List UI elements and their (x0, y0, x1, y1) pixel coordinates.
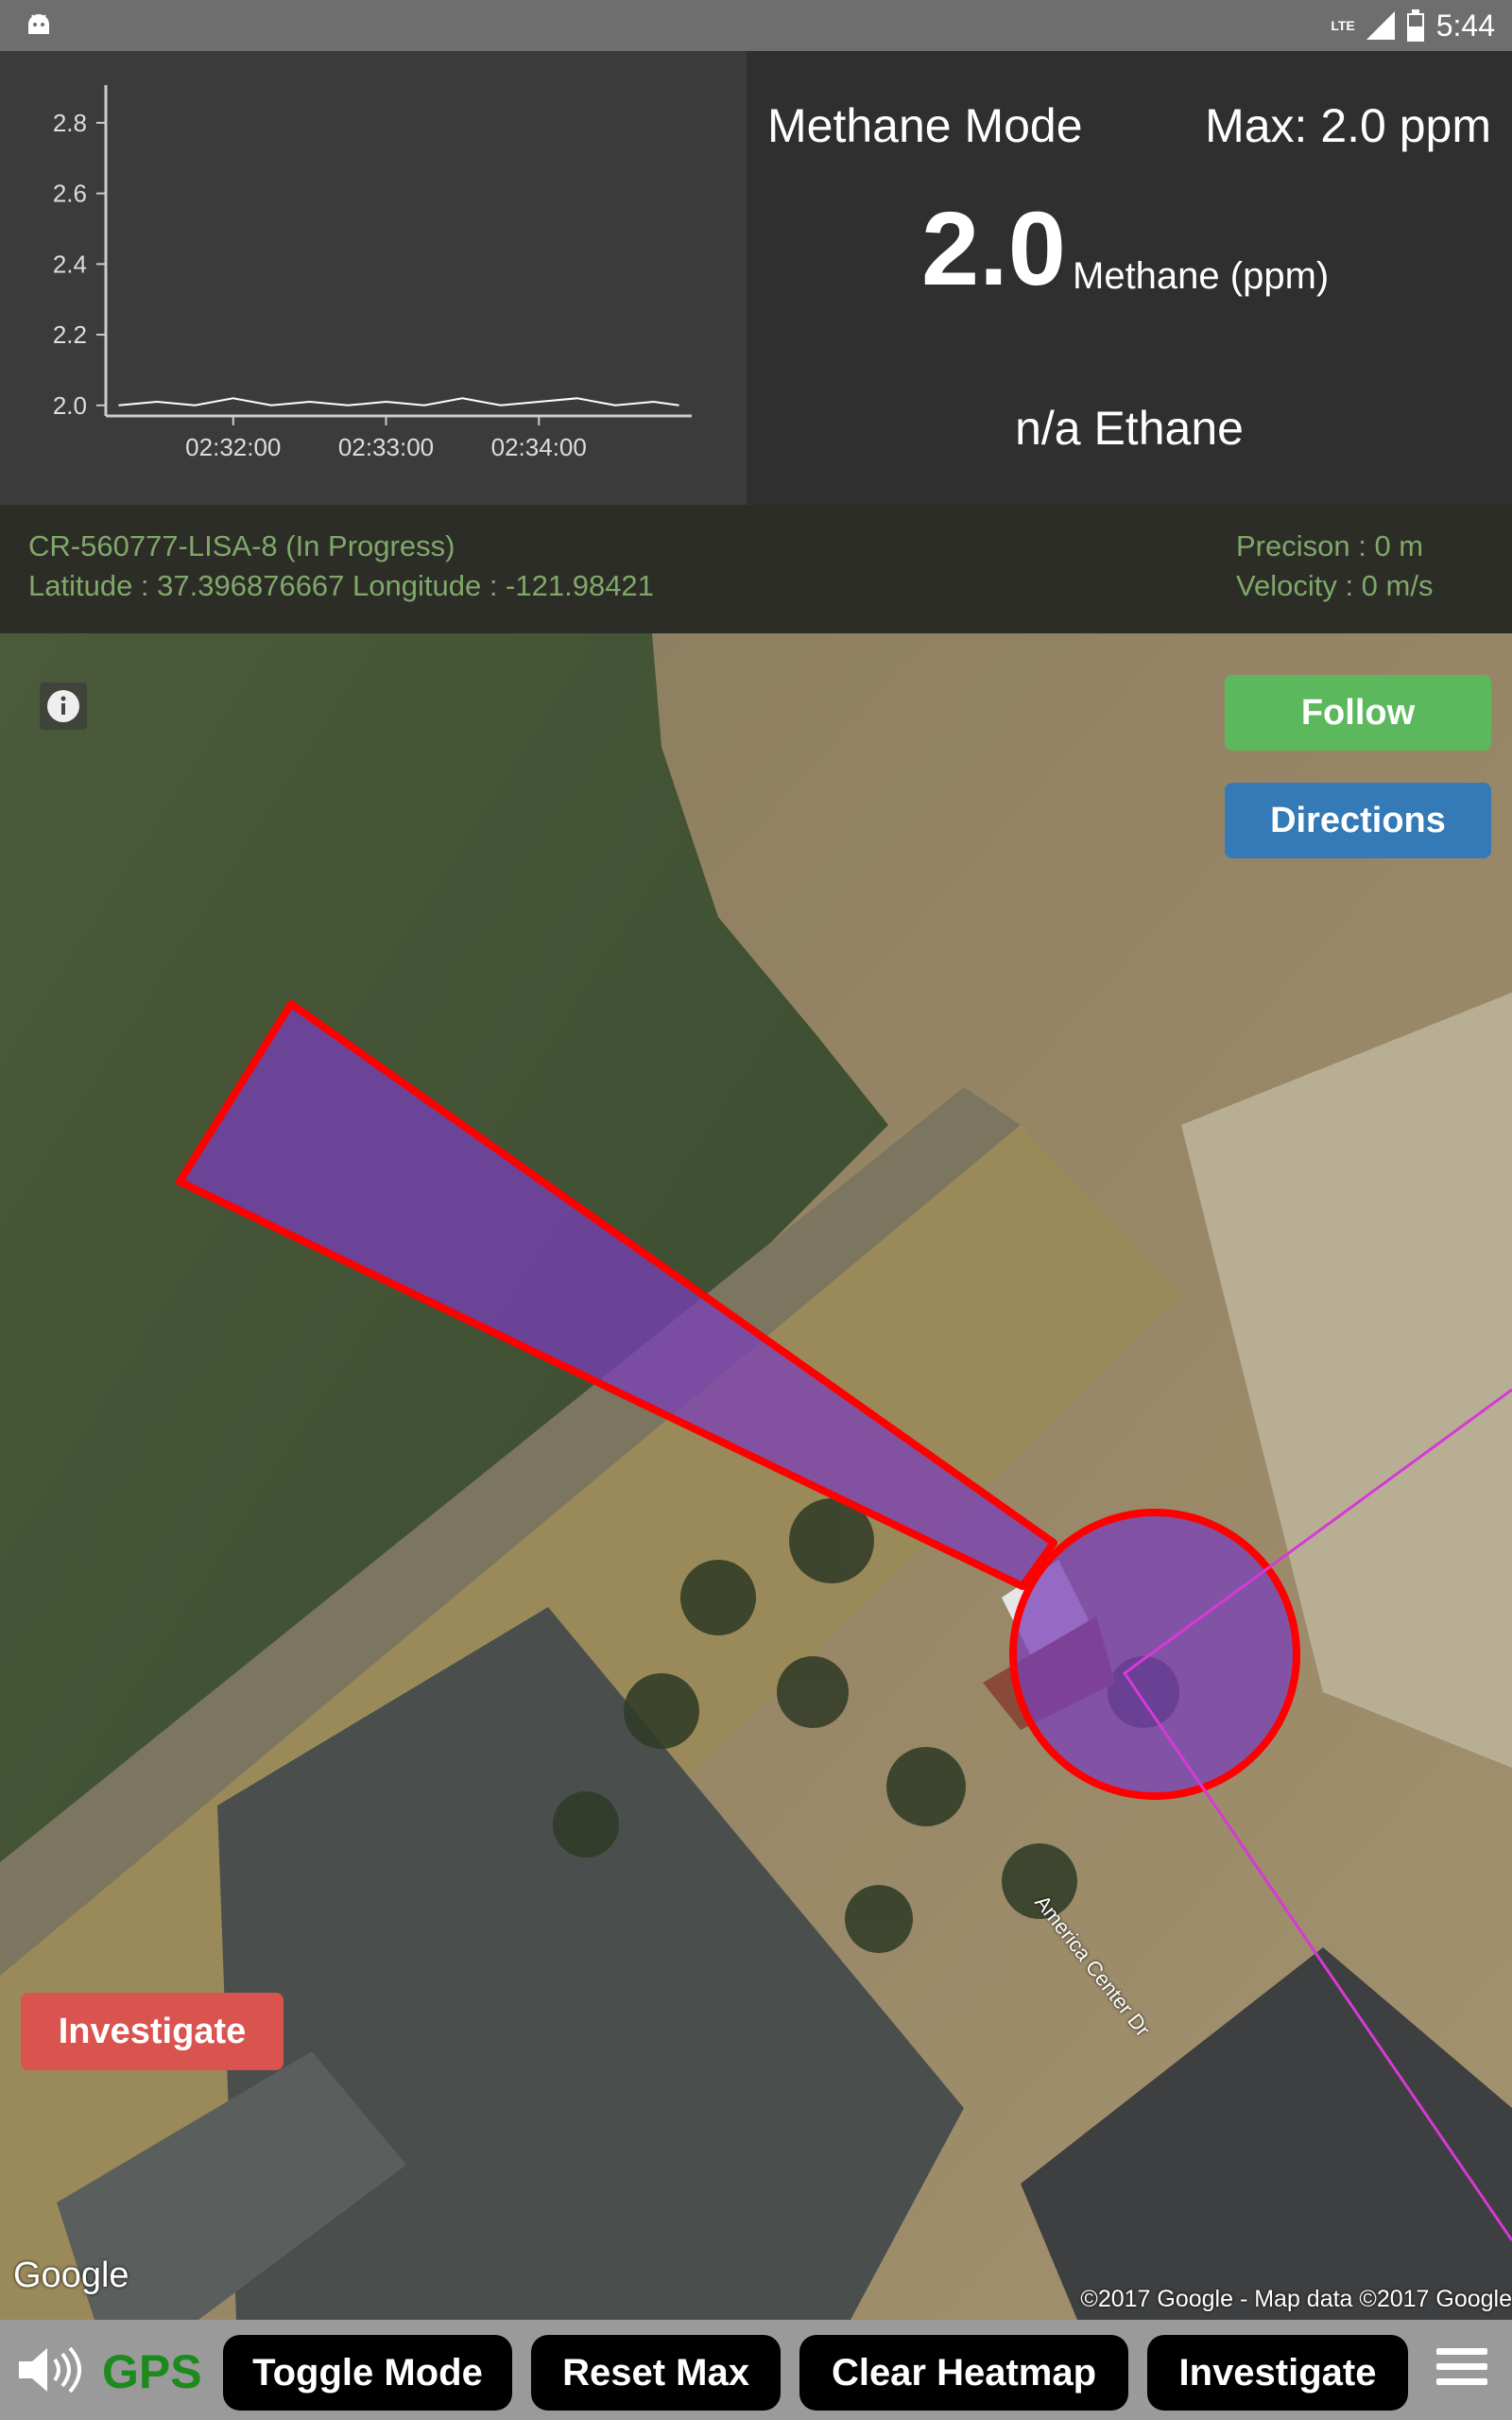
survey-info-bar: CR-560777-LISA-8 (In Progress) Latitude … (0, 505, 1512, 633)
y-tick-label: 2.2 (53, 320, 87, 349)
clear-heatmap-button[interactable]: Clear Heatmap (799, 2335, 1128, 2411)
methane-series-line (118, 397, 679, 406)
methane-chart: 2.0 2.2 2.4 2.6 2.8 02:32:00 02:33:00 02:34:00 (53, 85, 692, 461)
methane-chart-panel: 2.0 2.2 2.4 2.6 2.8 02:32:00 02:33:00 02:34:00 (0, 51, 747, 505)
investigate-button[interactable]: Investigate (1147, 2335, 1408, 2411)
velocity-label: Velocity : 0 m/s (1236, 569, 1434, 602)
speaker-icon[interactable] (17, 2344, 85, 2395)
mode-title: Methane Mode (767, 99, 1083, 152)
map-info-icon[interactable] (40, 683, 87, 730)
android-icon (28, 14, 49, 34)
gps-status: GPS (102, 2345, 202, 2398)
y-tick-label: 2.4 (53, 250, 87, 278)
methane-value: 2.0 (921, 191, 1066, 307)
satellite-map[interactable]: Follow Directions Investigate America Ce… (0, 633, 1512, 2320)
y-tick-label: 2.6 (53, 180, 87, 208)
clock: 5:44 (1435, 8, 1495, 43)
methane-unit: Methane (ppm) (1073, 255, 1330, 297)
map-copyright: ©2017 Google - Map data ©2017 Google (1080, 2286, 1512, 2312)
x-tick-label: 02:32:00 (185, 433, 281, 461)
reset-max-button[interactable]: Reset Max (531, 2335, 781, 2411)
location-label: Latitude : 37.396876667 Longitude : -121… (28, 569, 654, 602)
readings-panel: Methane Mode Max: 2.0 ppm 2.0 Methane (p… (747, 51, 1512, 505)
status-bar: LTE 5:44 (0, 0, 1512, 51)
survey-label: CR-560777-LISA-8 (In Progress) (28, 529, 455, 562)
precision-label: Precison : 0 m (1236, 529, 1424, 562)
x-tick-label: 02:34:00 (491, 433, 587, 461)
battery-icon (1406, 9, 1424, 42)
y-tick-label: 2.8 (53, 109, 87, 137)
directions-button[interactable]: Directions (1225, 783, 1491, 858)
bottom-toolbar: GPS Toggle Mode Reset Max Clear Heatmap … (0, 2320, 1512, 2420)
max-reading: Max: 2.0 ppm (1205, 99, 1491, 152)
google-logo: Google (13, 2256, 129, 2295)
toggle-mode-button[interactable]: Toggle Mode (223, 2335, 512, 2411)
signal-icon (1366, 11, 1395, 40)
menu-icon[interactable] (1436, 2348, 1487, 2394)
network-type: LTE (1331, 18, 1355, 33)
x-tick-label: 02:33:00 (338, 433, 434, 461)
y-tick-label: 2.0 (53, 391, 87, 420)
follow-button[interactable]: Follow (1225, 675, 1491, 751)
investigate-map-button[interactable]: Investigate (21, 1993, 284, 2070)
ethane-reading: n/a Ethane (1015, 402, 1244, 455)
